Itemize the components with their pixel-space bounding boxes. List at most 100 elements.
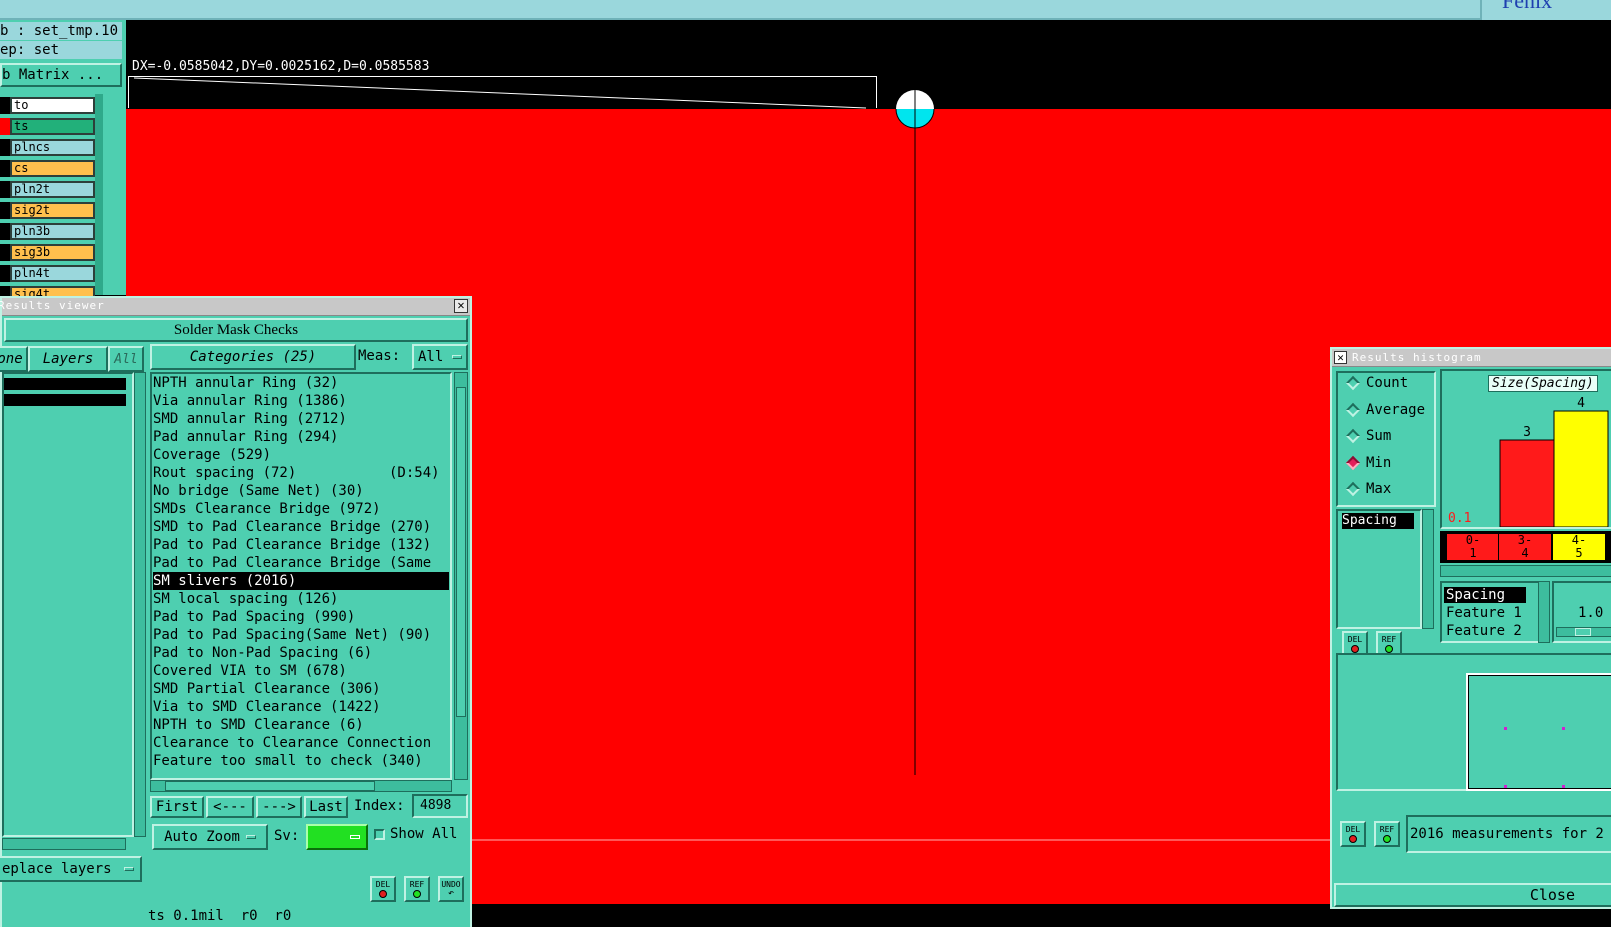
category-item[interactable]: Pad to Pad Spacing(Same Net) (90)	[153, 626, 449, 644]
scale-panel: 1.0	[1552, 581, 1611, 643]
tab-layers[interactable]: Layers	[28, 346, 108, 372]
meas-value: All	[418, 349, 444, 365]
meas-label: Meas:	[358, 348, 401, 364]
fields-scrollbar[interactable]	[1538, 581, 1550, 643]
ref-label: REF	[409, 880, 425, 889]
radio-count[interactable]: Count	[1345, 375, 1408, 391]
category-item[interactable]: Pad to Pad Clearance Bridge (Same	[153, 554, 449, 572]
bar-value-label: 4	[1577, 396, 1585, 411]
histogram-bars: 34	[1499, 396, 1609, 527]
radio-min[interactable]: Min	[1345, 454, 1392, 471]
radio-icon[interactable]	[1345, 455, 1361, 470]
field-item[interactable]: Feature 2	[1444, 623, 1524, 639]
layer-results-list[interactable]	[2, 372, 134, 837]
undo-button[interactable]: UNDO ↶	[438, 876, 464, 902]
show-all-checkbox[interactable]	[374, 829, 385, 840]
category-item[interactable]: Via annular Ring (1386)	[153, 392, 449, 410]
last-button[interactable]: Last	[304, 796, 348, 818]
radio-max[interactable]: Max	[1345, 481, 1391, 497]
meas-dropdown[interactable]: All	[412, 344, 468, 370]
category-item[interactable]: Clearance to Clearance Connection	[153, 734, 449, 752]
category-item[interactable]: SM slivers (2016)	[153, 572, 449, 590]
summary-text: 2016 measurements for 2	[1406, 815, 1611, 853]
ref-button[interactable]: REF	[404, 876, 430, 902]
index-input[interactable]: 4898	[412, 794, 468, 818]
category-item[interactable]: Coverage (529)	[153, 446, 449, 464]
category-item[interactable]: Pad to Pad Spacing (990)	[153, 608, 449, 626]
tab-one[interactable]: one	[0, 346, 28, 372]
histogram-list[interactable]: Spacing	[1336, 509, 1422, 629]
categories-hscrollbar[interactable]	[150, 780, 452, 792]
categories-header[interactable]: Categories (25)	[150, 344, 356, 370]
histogram-bar[interactable]	[1499, 439, 1555, 527]
del-button[interactable]: DEL	[370, 876, 396, 902]
preview-board	[1466, 673, 1611, 791]
green-dot-icon	[1385, 645, 1393, 653]
sv-label: Sv:	[274, 828, 300, 844]
hscroll-thumb[interactable]	[165, 781, 375, 791]
category-item[interactable]: Pad annular Ring (294)	[153, 428, 449, 446]
bin-label[interactable]: 4- 5	[1552, 533, 1606, 561]
category-item[interactable]: Feature too small to check (340)	[153, 752, 449, 770]
category-item[interactable]: SMD annular Ring (2712)	[153, 410, 449, 428]
field-item[interactable]: Spacing	[1444, 587, 1526, 603]
left-list-scrollbar[interactable]	[134, 372, 146, 837]
red-dot-icon	[379, 890, 387, 898]
scroll-thumb[interactable]	[456, 387, 466, 717]
auto-zoom-label: Auto Zoom	[164, 829, 240, 845]
category-item[interactable]: SMDs Clearance Bridge (972)	[153, 500, 449, 518]
histogram-bar[interactable]	[1553, 410, 1609, 527]
radio-label: Min	[1366, 454, 1392, 471]
categories-scrollbar[interactable]	[454, 372, 468, 780]
next-button[interactable]: --->	[256, 796, 302, 818]
category-item[interactable]: Rout spacing (72) (D:54)	[153, 464, 449, 482]
field-item[interactable]: Feature 1	[1444, 605, 1524, 621]
bin-label[interactable]: 0- 1	[1446, 533, 1500, 561]
status-bar: ts 0.1mil r0 r0	[2, 906, 470, 927]
category-item[interactable]: No bridge (Same Net) (30)	[153, 482, 449, 500]
category-item[interactable]: NPTH annular Ring (32)	[153, 374, 449, 392]
category-item[interactable]: Covered VIA to SM (678)	[153, 662, 449, 680]
prev-button[interactable]: <---	[206, 796, 254, 818]
radio-average[interactable]: Average	[1345, 402, 1425, 418]
scale-slider[interactable]	[1556, 627, 1611, 637]
category-item[interactable]: SMD Partial Clearance (306)	[153, 680, 449, 698]
preview-ref-button[interactable]: REF	[1374, 821, 1400, 847]
red-dot-icon	[1349, 835, 1357, 843]
category-item[interactable]: Pad to Non-Pad Spacing (6)	[153, 644, 449, 662]
category-item[interactable]: SMD to Pad Clearance Bridge (270)	[153, 518, 449, 536]
green-dot-icon	[1383, 835, 1391, 843]
close-icon[interactable]: ✕	[1334, 351, 1347, 364]
radio-label: Sum	[1366, 428, 1392, 444]
category-item[interactable]: NPTH to SMD Clearance (6)	[153, 716, 449, 734]
category-item[interactable]: SM local spacing (126)	[153, 590, 449, 608]
histogram-list-scrollbar[interactable]	[1422, 509, 1434, 629]
category-item[interactable]: Pad to Pad Clearance Bridge (132)	[153, 536, 449, 554]
ref-label: REF	[1381, 635, 1397, 644]
radio-icon[interactable]	[1345, 375, 1361, 391]
results-viewer-titlebar: Results viewer ✕	[0, 298, 470, 316]
first-button[interactable]: First	[150, 796, 204, 818]
radio-sum[interactable]: Sum	[1345, 428, 1392, 444]
low-value-label: 0.1	[1448, 511, 1472, 526]
sv-color-dropdown[interactable]	[306, 824, 368, 850]
list-item[interactable]	[4, 394, 126, 406]
list-item[interactable]: Spacing	[1342, 513, 1414, 529]
radio-icon[interactable]	[1345, 428, 1361, 444]
bin-label[interactable]: 3- 4	[1498, 533, 1552, 561]
close-icon[interactable]: ✕	[454, 299, 468, 313]
preview-del-button[interactable]: DEL	[1340, 821, 1366, 847]
category-item[interactable]: Via to SMD Clearance (1422)	[153, 698, 449, 716]
slider-thumb[interactable]	[1575, 628, 1591, 636]
list-item[interactable]	[4, 378, 126, 390]
radio-icon[interactable]	[1345, 402, 1361, 417]
radio-icon[interactable]	[1345, 481, 1361, 497]
tab-all[interactable]: All	[108, 346, 144, 372]
show-all-label: Show All	[390, 826, 458, 842]
close-button[interactable]: Close	[1334, 883, 1611, 907]
left-list-hscrollbar[interactable]	[2, 838, 126, 850]
auto-zoom-dropdown[interactable]: Auto Zoom	[152, 824, 268, 850]
dropdown-icon	[452, 355, 462, 359]
replace-layers-dropdown[interactable]: eplace layers	[0, 856, 142, 882]
chart-hscrollbar[interactable]	[1440, 565, 1611, 577]
